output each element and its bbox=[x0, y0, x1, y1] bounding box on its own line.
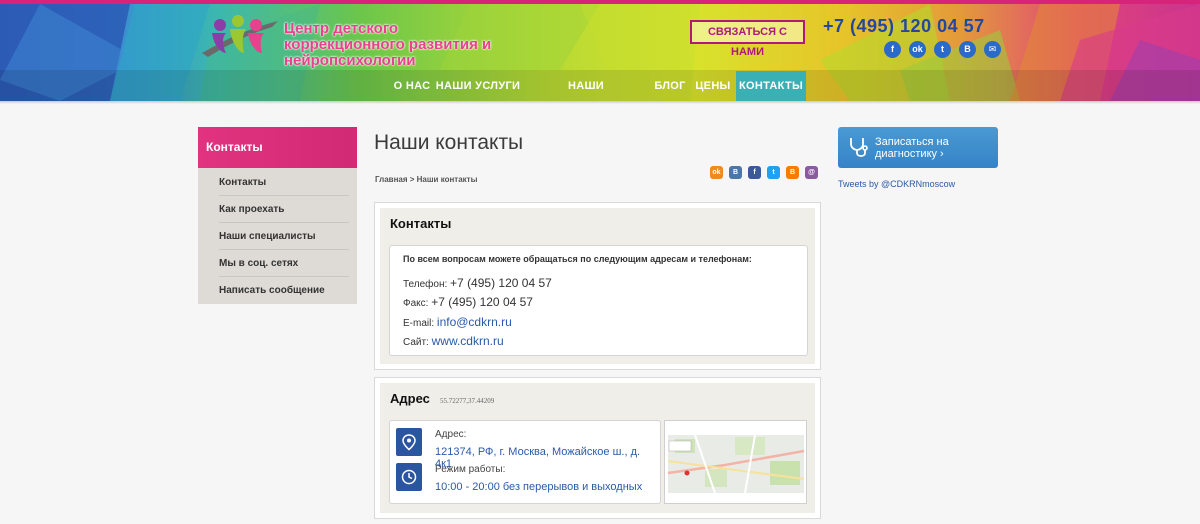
nav-item-about[interactable]: О НАС bbox=[390, 71, 434, 101]
page-title: Наши контакты bbox=[374, 131, 524, 154]
nav-item-contacts[interactable]: КОНТАКТЫ bbox=[736, 71, 806, 101]
clock-icon bbox=[396, 463, 422, 491]
address-panel-body: Адрес 55.72277,37.44209 Адрес: 121374, Р… bbox=[380, 383, 815, 513]
site-label: Сайт: bbox=[403, 337, 429, 348]
sidebar-item-message[interactable]: Написать сообщение bbox=[219, 277, 349, 304]
email-label: E-mail: bbox=[403, 318, 435, 329]
fax-value: +7 (495) 120 04 57 bbox=[431, 295, 533, 309]
odnoklassniki-icon[interactable]: ok bbox=[909, 41, 926, 58]
hours-value: 10:00 - 20:00 без перерывов и выходных bbox=[435, 481, 643, 493]
nav-item-blog[interactable]: БЛОГ bbox=[650, 71, 690, 101]
nav-item-specialists[interactable]: НАШИ СПЕЦИАЛИСТЫ bbox=[522, 71, 650, 101]
contacts-intro: По всем вопросам можете обращаться по сл… bbox=[403, 254, 752, 264]
contacts-panel: Контакты По всем вопросам можете обращат… bbox=[374, 202, 821, 370]
blogger-icon[interactable]: B bbox=[786, 166, 799, 179]
sidebar-item-contacts[interactable]: Контакты bbox=[219, 169, 349, 196]
site-link[interactable]: www.cdkrn.ru bbox=[432, 334, 504, 348]
map-image bbox=[665, 421, 806, 503]
fax-row: Факс: +7 (495) 120 04 57 bbox=[403, 295, 533, 309]
logo-figures-icon bbox=[202, 15, 278, 57]
breadcrumb[interactable]: Главная > Наши контакты bbox=[375, 175, 477, 184]
facebook-icon[interactable]: f bbox=[748, 166, 761, 179]
address-label: Адрес: bbox=[435, 429, 467, 440]
coordinates-text: 55.72277,37.44209 bbox=[440, 397, 495, 405]
sidebar-item-specialists[interactable]: Наши специалисты bbox=[219, 223, 349, 250]
contacts-panel-body: Контакты По всем вопросам можете обращат… bbox=[380, 208, 815, 364]
nav-item-services[interactable]: НАШИ УСЛУГИ bbox=[434, 71, 522, 101]
fax-label: Факс: bbox=[403, 298, 429, 309]
email-row: E-mail: info@cdkrn.ru bbox=[403, 315, 512, 329]
twitter-icon[interactable]: t bbox=[934, 41, 951, 58]
header-shadow bbox=[0, 101, 1200, 104]
sidebar: Контакты Контакты Как проехать Наши спец… bbox=[198, 127, 357, 304]
nav-item-prices[interactable]: ЦЕНЫ bbox=[690, 71, 736, 101]
mail-icon[interactable]: ✉ bbox=[984, 41, 1001, 58]
hours-label: Режим работы: bbox=[435, 464, 506, 475]
email-link[interactable]: info@cdkrn.ru bbox=[437, 315, 512, 329]
address-panel: Адрес 55.72277,37.44209 Адрес: 121374, Р… bbox=[374, 377, 821, 519]
header-top-strip bbox=[0, 0, 1200, 4]
map-thumbnail[interactable] bbox=[664, 420, 807, 504]
odnoklassniki-icon[interactable]: ok bbox=[710, 166, 723, 179]
header-phone[interactable]: +7 (495) 120 04 57 bbox=[823, 16, 985, 37]
contacts-card: По всем вопросам можете обращаться по сл… bbox=[389, 245, 808, 356]
facebook-icon[interactable]: f bbox=[884, 41, 901, 58]
logo[interactable]: Центр детского коррекционного развития и… bbox=[200, 13, 510, 69]
tweets-link[interactable]: Tweets by @CDKRNmoscow bbox=[838, 179, 955, 189]
stethoscope-icon bbox=[850, 138, 868, 157]
address-card: Адрес: 121374, РФ, г. Москва, Можайское … bbox=[389, 420, 661, 504]
phone-row: Телефон: +7 (495) 120 04 57 bbox=[403, 276, 552, 290]
site-header: Центр детского коррекционного развития и… bbox=[0, 0, 1200, 101]
contacts-heading: Контакты bbox=[390, 216, 452, 231]
location-pin-icon bbox=[396, 428, 422, 456]
book-diagnostics-button[interactable]: Записаться на диагностику › bbox=[838, 127, 998, 168]
phone-label: Телефон: bbox=[403, 279, 448, 290]
sidebar-title: Контакты bbox=[198, 127, 357, 168]
sidebar-item-directions[interactable]: Как проехать bbox=[219, 196, 349, 223]
contact-us-button[interactable]: СВЯЗАТЬСЯ С НАМИ bbox=[690, 20, 805, 58]
email-icon[interactable]: @ bbox=[805, 166, 818, 179]
logo-text: Центр детского коррекционного развития и… bbox=[284, 20, 492, 69]
sidebar-list: Контакты Как проехать Наши специалисты М… bbox=[198, 168, 357, 304]
site-row: Сайт: www.cdkrn.ru bbox=[403, 334, 504, 348]
vkontakte-icon[interactable]: В bbox=[729, 166, 742, 179]
cta-label: Записаться на диагностику › bbox=[875, 136, 949, 160]
vkontakte-icon[interactable]: В bbox=[959, 41, 976, 58]
twitter-icon[interactable]: t bbox=[767, 166, 780, 179]
sidebar-item-social[interactable]: Мы в соц. сетях bbox=[219, 250, 349, 277]
address-heading: Адрес bbox=[390, 391, 430, 406]
phone-value: +7 (495) 120 04 57 bbox=[450, 276, 552, 290]
